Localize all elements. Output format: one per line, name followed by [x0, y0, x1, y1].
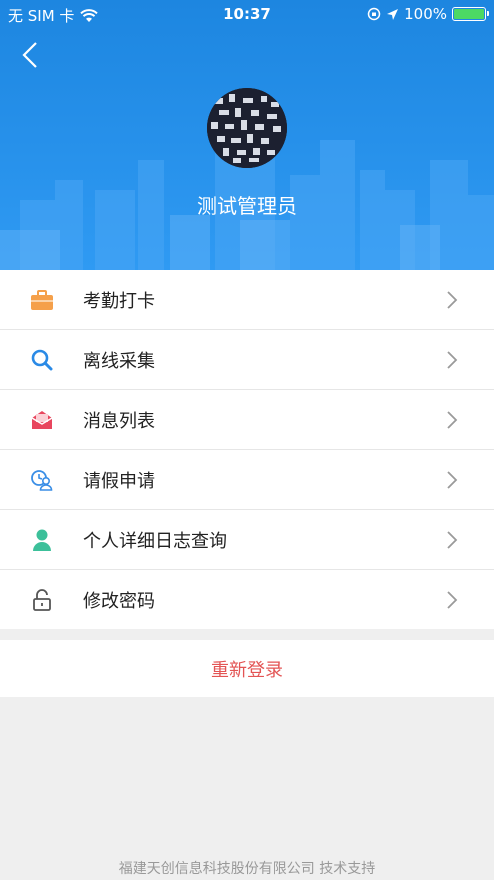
chevron-right-icon — [447, 290, 458, 309]
orientation-lock-icon — [367, 7, 381, 21]
briefcase-icon — [30, 288, 54, 312]
chevron-left-icon — [22, 42, 37, 68]
menu-item-attendance[interactable]: 考勤打卡 — [0, 270, 494, 330]
avatar-pattern — [207, 88, 287, 168]
menu-item-leave-request[interactable]: 请假申请 — [0, 450, 494, 510]
battery-icon — [452, 7, 489, 21]
menu-item-label: 消息列表 — [83, 410, 155, 432]
avatar[interactable] — [207, 88, 287, 168]
menu-item-label: 请假申请 — [83, 470, 155, 492]
menu-item-label: 考勤打卡 — [83, 290, 155, 312]
menu-item-label: 离线采集 — [83, 350, 155, 372]
envelope-icon — [30, 408, 54, 432]
menu-item-label: 个人详细日志查询 — [83, 530, 227, 552]
chevron-right-icon — [447, 350, 458, 369]
menu-item-offline-collect[interactable]: 离线采集 — [0, 330, 494, 390]
profile-header: 无 SIM 卡 10:37 100% 测试管理员 — [0, 0, 494, 270]
menu-item-personal-log[interactable]: 个人详细日志查询 — [0, 510, 494, 570]
chevron-right-icon — [447, 470, 458, 489]
chevron-right-icon — [447, 530, 458, 549]
chevron-right-icon — [447, 410, 458, 429]
menu-item-change-password[interactable]: 修改密码 — [0, 570, 494, 629]
search-icon — [30, 348, 54, 372]
relogin-button[interactable]: 重新登录 — [0, 640, 494, 697]
user-name: 测试管理员 — [197, 194, 297, 218]
menu-item-label: 修改密码 — [83, 590, 155, 612]
menu-item-messages[interactable]: 消息列表 — [0, 390, 494, 450]
person-icon — [30, 528, 54, 552]
leave-request-icon — [30, 468, 54, 492]
battery-percentage: 100% — [404, 5, 447, 23]
lock-icon — [30, 588, 54, 612]
chevron-right-icon — [447, 590, 458, 609]
location-icon — [387, 8, 399, 20]
back-button[interactable] — [18, 38, 42, 72]
status-bar: 无 SIM 卡 10:37 100% — [0, 0, 494, 28]
footer-credit: 福建天创信息科技股份有限公司 技术支持 — [118, 861, 376, 877]
menu-list: 考勤打卡 离线采集 消息列表 请假申请 个人详细日志查询 修改密码 — [0, 270, 494, 629]
